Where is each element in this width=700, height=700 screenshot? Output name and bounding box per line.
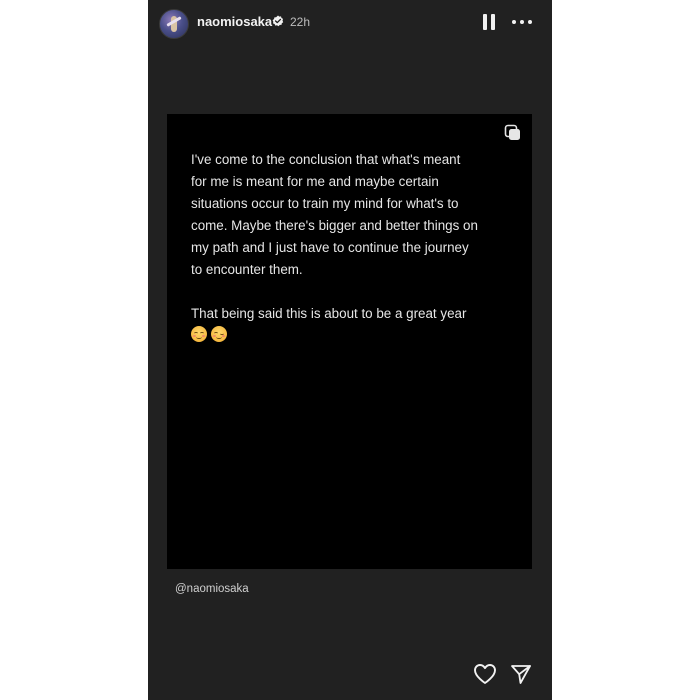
send-icon[interactable]: [510, 663, 532, 685]
winking-face-emoji: [211, 326, 227, 342]
pause-icon[interactable]: [482, 14, 496, 30]
more-options-icon[interactable]: [512, 14, 532, 30]
story-viewer: naomiosaka 22h I've come to the conclusi…: [148, 0, 552, 700]
relieved-face-emoji: [191, 326, 207, 342]
multiple-posts-icon: [504, 124, 520, 140]
story-header: naomiosaka 22h: [148, 0, 552, 48]
username[interactable]: naomiosaka: [197, 14, 272, 29]
text-post-card: I've come to the conclusion that what's …: [167, 114, 532, 569]
avatar[interactable]: [159, 9, 189, 39]
heart-icon[interactable]: [473, 663, 497, 685]
verified-badge-icon: [272, 15, 284, 27]
post-time: 22h: [290, 15, 311, 29]
mention-handle[interactable]: @naomiosaka: [175, 583, 249, 595]
post-text: I've come to the conclusion that what's …: [191, 152, 478, 321]
